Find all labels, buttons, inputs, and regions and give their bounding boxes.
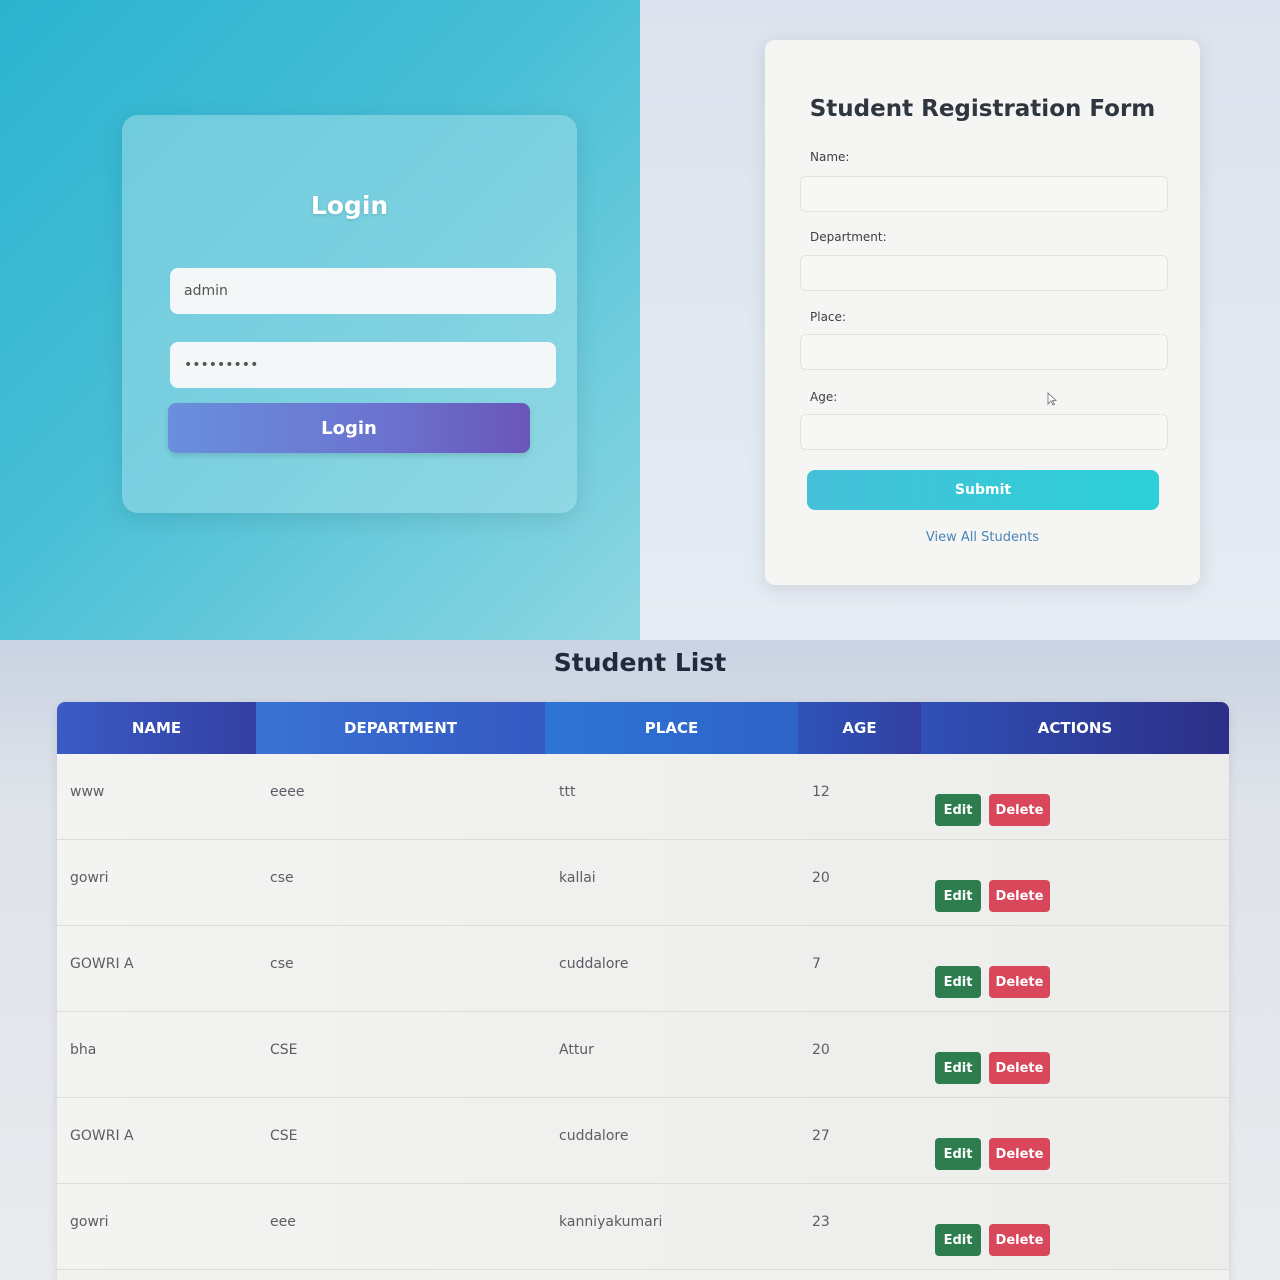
age-label: Age: (810, 390, 838, 404)
cell-age: 7 (812, 956, 821, 972)
column-header-place: PLACE (545, 702, 798, 754)
table-row: www eeee ttt 12 Edit Delete (57, 754, 1229, 840)
cell-age: 23 (812, 1214, 830, 1230)
cell-name: GOWRI A (70, 956, 134, 972)
cell-age: 20 (812, 1042, 830, 1058)
column-header-age: AGE (798, 702, 921, 754)
cell-place: Attur (559, 1042, 594, 1058)
cell-name: www (70, 784, 105, 800)
cell-department: CSE (270, 1042, 298, 1058)
cell-name: gowri (70, 870, 109, 886)
delete-button[interactable]: Delete (989, 966, 1050, 998)
student-list-screen: Student List NAME DEPARTMENT PLACE AGE A… (0, 640, 1280, 1280)
row-actions: Edit Delete (935, 1224, 1050, 1256)
login-card: Login Login (122, 115, 577, 513)
name-field[interactable] (800, 176, 1168, 212)
delete-button[interactable]: Delete (989, 1224, 1050, 1256)
cell-age: 27 (812, 1128, 830, 1144)
edit-button[interactable]: Edit (935, 966, 981, 998)
table-body: www eeee ttt 12 Edit Delete gowri cse ka… (57, 754, 1229, 1270)
delete-button[interactable]: Delete (989, 1052, 1050, 1084)
row-actions: Edit Delete (935, 966, 1050, 998)
delete-button[interactable]: Delete (989, 794, 1050, 826)
table-row: gowri eee kanniyakumari 23 Edit Delete (57, 1184, 1229, 1270)
submit-button[interactable]: Submit (807, 470, 1159, 510)
department-label: Department: (810, 230, 887, 244)
column-header-department: DEPARTMENT (256, 702, 545, 754)
edit-button[interactable]: Edit (935, 1138, 981, 1170)
name-label: Name: (810, 150, 850, 164)
edit-button[interactable]: Edit (935, 880, 981, 912)
cell-place: kallai (559, 870, 596, 886)
table-row: gowri cse kallai 20 Edit Delete (57, 840, 1229, 926)
row-actions: Edit Delete (935, 880, 1050, 912)
cell-place: cuddalore (559, 1128, 629, 1144)
table-row: bha CSE Attur 20 Edit Delete (57, 1012, 1229, 1098)
cell-department: cse (270, 956, 294, 972)
cell-department: eeee (270, 784, 305, 800)
row-actions: Edit Delete (935, 1052, 1050, 1084)
table-row: GOWRI A CSE cuddalore 27 Edit Delete (57, 1098, 1229, 1184)
row-actions: Edit Delete (935, 794, 1050, 826)
cell-place: ttt (559, 784, 576, 800)
registration-card: Student Registration Form Name: Departme… (765, 40, 1200, 585)
delete-button[interactable]: Delete (989, 880, 1050, 912)
login-screen: Login Login (0, 0, 640, 640)
edit-button[interactable]: Edit (935, 1052, 981, 1084)
table-header: NAME DEPARTMENT PLACE AGE ACTIONS (57, 702, 1229, 754)
cell-name: bha (70, 1042, 97, 1058)
login-button[interactable]: Login (168, 403, 530, 453)
department-field[interactable] (800, 255, 1168, 291)
column-header-actions: ACTIONS (921, 702, 1229, 754)
password-input[interactable] (170, 342, 556, 388)
cell-age: 12 (812, 784, 830, 800)
edit-button[interactable]: Edit (935, 1224, 981, 1256)
login-title: Login (310, 191, 389, 220)
delete-button[interactable]: Delete (989, 1138, 1050, 1170)
view-all-students-link[interactable]: View All Students (765, 530, 1200, 545)
cell-department: eee (270, 1214, 296, 1230)
cell-name: gowri (70, 1214, 109, 1230)
username-input[interactable] (170, 268, 556, 314)
cell-place: cuddalore (559, 956, 629, 972)
column-header-name: NAME (57, 702, 256, 754)
edit-button[interactable]: Edit (935, 794, 981, 826)
row-actions: Edit Delete (935, 1138, 1050, 1170)
cell-department: cse (270, 870, 294, 886)
student-list-title: Student List (553, 648, 727, 677)
table-row: GOWRI A cse cuddalore 7 Edit Delete (57, 926, 1229, 1012)
place-field[interactable] (800, 334, 1168, 370)
student-table: NAME DEPARTMENT PLACE AGE ACTIONS www ee… (57, 702, 1229, 1280)
place-label: Place: (810, 310, 846, 324)
cell-place: kanniyakumari (559, 1214, 663, 1230)
mouse-cursor-icon (1047, 392, 1057, 406)
cell-department: CSE (270, 1128, 298, 1144)
cell-name: GOWRI A (70, 1128, 134, 1144)
registration-title: Student Registration Form (809, 96, 1156, 122)
age-field[interactable] (800, 414, 1168, 450)
registration-screen: Student Registration Form Name: Departme… (640, 0, 1280, 640)
cell-age: 20 (812, 870, 830, 886)
